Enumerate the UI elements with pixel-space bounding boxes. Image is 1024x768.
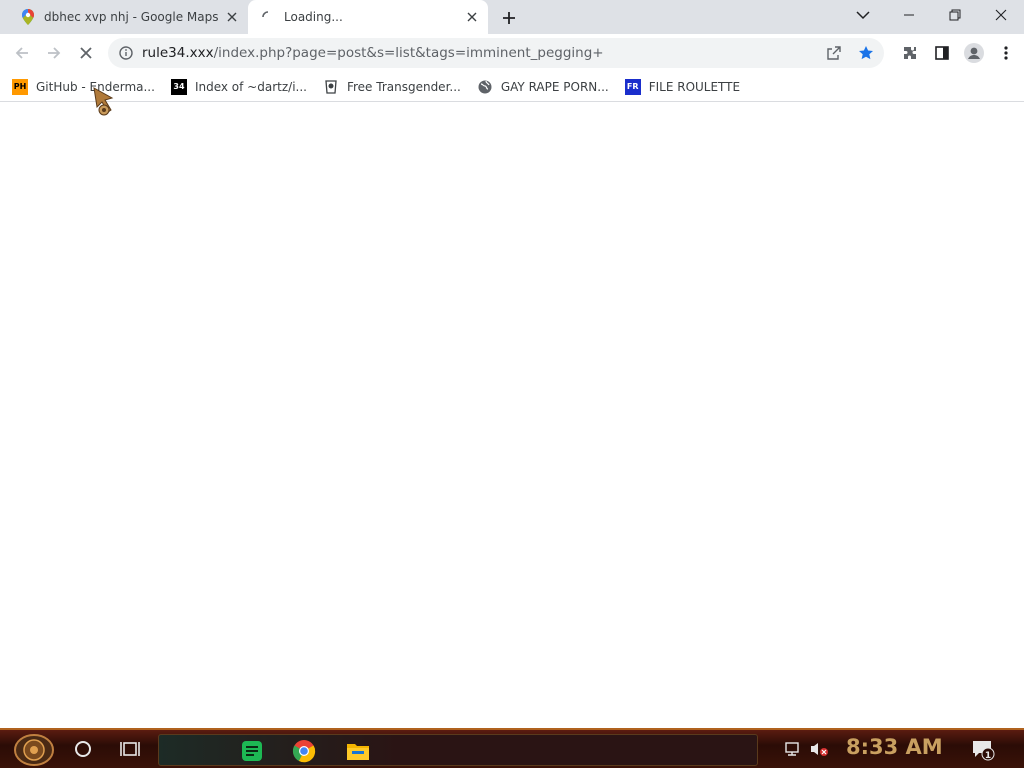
restore-button[interactable] <box>932 0 978 30</box>
url-path: /index.php?page=post&s=list&tags=imminen… <box>213 45 604 61</box>
browser-toolbar: rule34.xxx/index.php?page=post&s=list&ta… <box>0 34 1024 72</box>
google-maps-pin-icon <box>20 9 36 25</box>
task-view-icon <box>120 742 140 756</box>
bookmark-label: Free Transgender... <box>346 79 461 94</box>
new-tab-button[interactable] <box>498 7 520 29</box>
address-bar[interactable]: rule34.xxx/index.php?page=post&s=list&ta… <box>108 38 884 68</box>
bookmark-gay-rape-porn[interactable]: GAY RAPE PORN... <box>477 79 609 95</box>
plus-icon <box>503 12 515 24</box>
loading-spinner-icon <box>260 9 276 25</box>
bookmark-file-roulette[interactable]: FR FILE ROULETTE <box>624 78 741 95</box>
bookmark-label: Index of ~dartz/i... <box>194 79 307 94</box>
arrow-right-icon <box>48 47 61 59</box>
messaging-app-icon[interactable] <box>239 738 265 764</box>
page-content <box>0 103 1024 728</box>
volume-muted-icon[interactable] <box>808 738 830 760</box>
extensions-puzzle-icon[interactable] <box>896 39 924 67</box>
notification-count: 1 <box>985 751 991 761</box>
bookmark-github[interactable]: PH GitHub - Enderma... <box>12 78 155 95</box>
toolbar-actions <box>892 39 1020 67</box>
steampunk-start-icon <box>14 734 54 766</box>
omnibox-actions <box>814 41 878 65</box>
file-explorer-icon[interactable] <box>345 738 371 764</box>
stop-icon <box>80 47 92 59</box>
bookmark-label: FILE ROULETTE <box>648 79 741 94</box>
task-view-button[interactable] <box>118 738 142 760</box>
url-host: rule34.xxx <box>142 45 214 61</box>
chevron-down-icon <box>856 11 870 20</box>
minimize-button[interactable] <box>886 0 932 30</box>
file-roulette-icon: FR <box>624 78 641 95</box>
window-controls <box>886 0 1024 30</box>
info-icon[interactable] <box>118 45 134 61</box>
close-icon <box>995 9 1007 21</box>
taskbar-apps <box>158 734 758 766</box>
site-icon <box>323 79 339 95</box>
cortana-button[interactable] <box>72 738 94 760</box>
tab-search-button[interactable] <box>850 4 876 26</box>
tab-title: dbhec xvp nhj - Google Maps <box>44 10 218 24</box>
notification-center-icon[interactable]: 1 <box>970 738 996 762</box>
close-tab-icon[interactable] <box>224 9 240 25</box>
network-icon[interactable] <box>782 738 804 760</box>
taskbar-clock[interactable]: 8:33 AM <box>846 735 943 759</box>
restore-icon <box>949 9 961 21</box>
share-icon[interactable] <box>822 41 846 65</box>
url-text[interactable]: rule34.xxx/index.php?page=post&s=list&ta… <box>142 45 604 61</box>
globe-icon <box>477 79 493 95</box>
system-tray <box>782 738 834 760</box>
start-button[interactable] <box>10 733 58 767</box>
close-tab-icon[interactable] <box>464 9 480 25</box>
tab-loading[interactable]: Loading... <box>248 0 488 34</box>
back-button[interactable] <box>8 39 36 67</box>
minimize-icon <box>904 14 914 16</box>
bookmarks-bar: PH GitHub - Enderma... 34 Index of ~dart… <box>0 72 1024 102</box>
steampunk-cursor-icon <box>92 86 124 118</box>
tab-title: Loading... <box>284 10 343 24</box>
profile-avatar-icon[interactable] <box>960 39 988 67</box>
stop-loading-button[interactable] <box>72 39 100 67</box>
chrome-icon[interactable] <box>291 738 317 764</box>
bookmark-star-icon[interactable] <box>854 41 878 65</box>
bookmark-index-of-dartz[interactable]: 34 Index of ~dartz/i... <box>170 78 307 95</box>
side-panel-icon[interactable] <box>928 39 956 67</box>
tab-strip: dbhec xvp nhj - Google Maps Loading... <box>0 0 1024 34</box>
kebab-menu-icon[interactable] <box>992 39 1020 67</box>
forward-button[interactable] <box>40 39 68 67</box>
bookmark-free-transgender[interactable]: Free Transgender... <box>323 79 461 95</box>
bookmark-label: GAY RAPE PORN... <box>500 79 609 94</box>
ph-icon: PH <box>12 78 28 95</box>
taskbar: 8:33 AM 1 <box>0 728 1024 768</box>
index-icon: 34 <box>170 78 187 95</box>
arrow-left-icon <box>15 47 28 59</box>
tab-google-maps[interactable]: dbhec xvp nhj - Google Maps <box>8 0 248 34</box>
close-window-button[interactable] <box>978 0 1024 30</box>
circle-icon <box>75 741 91 757</box>
